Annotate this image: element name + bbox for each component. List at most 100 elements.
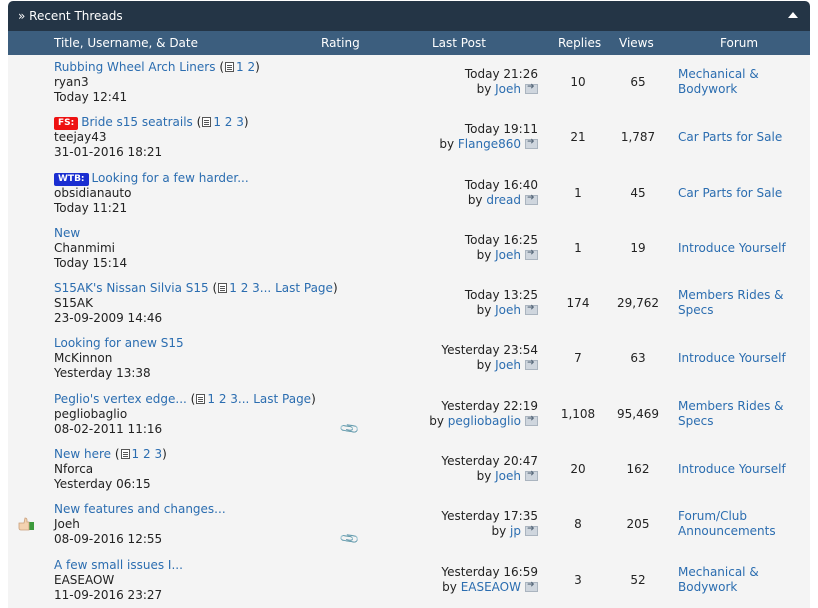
forum-link[interactable]: Introduce Yourself bbox=[678, 462, 808, 477]
thread-date: Today 15:14 bbox=[54, 255, 128, 270]
thread-row: New features and changes... Joeh 08-09-2… bbox=[8, 497, 810, 553]
goto-last-post-icon[interactable] bbox=[525, 414, 538, 426]
thread-title[interactable]: Peglio's vertex edge... bbox=[54, 392, 187, 406]
goto-last-post-icon[interactable] bbox=[525, 358, 538, 371]
page-link[interactable]: 3 bbox=[236, 115, 244, 129]
thread-title[interactable]: New features and changes... bbox=[54, 502, 226, 516]
goto-last-post-icon[interactable] bbox=[525, 469, 538, 482]
last-post-time: Yesterday 16:59 bbox=[441, 564, 538, 579]
page-link[interactable]: 1 bbox=[207, 392, 215, 406]
thread-date: 08-09-2016 12:55 bbox=[54, 532, 163, 547]
last-post-time: Today 21:26 bbox=[464, 67, 538, 81]
goto-last-post-icon[interactable] bbox=[525, 137, 538, 150]
thread-row: A few small issues I... EASEAOW 11-09-20… bbox=[8, 553, 810, 608]
forum-link[interactable]: Introduce Yourself bbox=[678, 241, 808, 256]
goto-last-post-icon[interactable] bbox=[525, 193, 538, 205]
page-link[interactable]: 2 bbox=[247, 60, 255, 74]
page-link[interactable]: 1 bbox=[213, 115, 221, 129]
last-post-user[interactable]: pegliobaglio bbox=[448, 414, 521, 428]
last-post-user[interactable]: Joeh bbox=[495, 358, 521, 372]
thread-title[interactable]: Looking for a few harder... bbox=[92, 171, 249, 185]
multipage-icon bbox=[218, 283, 228, 294]
col-views[interactable]: Views bbox=[619, 31, 654, 55]
goto-last-post-icon[interactable] bbox=[525, 580, 538, 592]
thread-title[interactable]: A few small issues I... bbox=[54, 558, 183, 572]
forum-link[interactable]: Members Rides & Specs bbox=[678, 399, 808, 429]
page-link[interactable]: 2 bbox=[143, 447, 151, 461]
views-count: 45 bbox=[630, 185, 646, 200]
thread-author: EASEAOW bbox=[54, 572, 115, 587]
last-post-time: Yesterday 17:35 bbox=[441, 509, 538, 524]
last-post-user[interactable]: jp bbox=[510, 524, 521, 538]
views-count: 63 bbox=[630, 351, 646, 366]
column-header-row: Title, Username, & Date Rating Last Post… bbox=[8, 31, 810, 55]
last-post-time: Yesterday 23:54 bbox=[441, 343, 538, 358]
views-count: 162 bbox=[626, 462, 650, 477]
last-post-user[interactable]: Flange860 bbox=[458, 137, 521, 151]
last-post-time: Yesterday 22:19 bbox=[441, 398, 538, 413]
forum-link[interactable]: Members Rides & Specs bbox=[678, 288, 808, 318]
thread-title[interactable]: Bride s15 seatrails bbox=[81, 115, 193, 129]
page-link[interactable]: 1 bbox=[132, 447, 140, 461]
thread-date: 11-09-2016 23:27 bbox=[54, 587, 163, 602]
thread-row: New Chanmimi Today 15:14 Today 16:25 by … bbox=[8, 221, 810, 277]
thread-title[interactable]: New here bbox=[54, 447, 111, 461]
thread-date: 23-09-2009 14:46 bbox=[54, 311, 163, 326]
page-link[interactable]: 3 bbox=[154, 447, 162, 461]
thread-title[interactable]: S15AK's Nissan Silvia S15 bbox=[54, 281, 209, 295]
thread-date: Yesterday 06:15 bbox=[54, 477, 151, 492]
thread-author: Joeh bbox=[54, 517, 80, 532]
forum-link[interactable]: Mechanical & Bodywork bbox=[678, 565, 808, 595]
forum-link[interactable]: Mechanical & Bodywork bbox=[678, 67, 808, 97]
thread-title[interactable]: Looking for anew S15 bbox=[54, 336, 184, 350]
thread-author: Chanmimi bbox=[54, 240, 115, 255]
thread-row: WTB: Looking for a few harder... obsidian… bbox=[8, 166, 810, 221]
views-count: 205 bbox=[626, 517, 650, 532]
last-post-user[interactable]: Joeh bbox=[495, 469, 521, 483]
by-label: by bbox=[442, 579, 457, 594]
last-post-user[interactable]: EASEAOW bbox=[461, 580, 521, 594]
page-link[interactable]: 1 bbox=[236, 60, 244, 74]
prefix-tag: WTB: bbox=[54, 172, 89, 186]
last-page-link[interactable]: Last Page bbox=[253, 392, 311, 406]
col-replies[interactable]: Replies bbox=[558, 31, 601, 55]
last-post-user[interactable]: dread bbox=[486, 193, 521, 207]
page-link[interactable]: 2 bbox=[219, 392, 227, 406]
col-last-post[interactable]: Last Post bbox=[432, 31, 486, 55]
forum-link[interactable]: Introduce Yourself bbox=[678, 351, 808, 366]
thread-title[interactable]: New bbox=[54, 226, 80, 240]
page-link[interactable]: 3... bbox=[230, 392, 249, 406]
collapse-arrow-icon[interactable] bbox=[788, 12, 798, 18]
last-post-user[interactable]: Joeh bbox=[495, 248, 521, 262]
page-link[interactable]: 2 bbox=[225, 115, 233, 129]
goto-last-post-icon[interactable] bbox=[525, 248, 538, 260]
last-post-user[interactable]: Joeh bbox=[495, 82, 521, 96]
page-link[interactable]: 3... bbox=[252, 281, 271, 295]
last-post-user[interactable]: Joeh bbox=[495, 303, 521, 317]
goto-last-post-icon[interactable] bbox=[525, 82, 538, 94]
thread-row: New here (1 2 3) Nforca Yesterday 06:15 … bbox=[8, 442, 810, 498]
thread-row: Rubbing Wheel Arch Liners (1 2) ryan3 To… bbox=[8, 55, 810, 111]
last-page-link[interactable]: Last Page bbox=[275, 281, 333, 295]
thumbs-up-icon bbox=[18, 517, 34, 531]
col-forum[interactable]: Forum bbox=[720, 31, 758, 55]
page-link[interactable]: 2 bbox=[241, 281, 249, 295]
goto-last-post-icon[interactable] bbox=[525, 303, 538, 316]
col-rating[interactable]: Rating bbox=[321, 31, 360, 55]
thread-row: Peglio's vertex edge... (1 2 3... Last P… bbox=[8, 387, 810, 443]
forum-link[interactable]: Forum/Club Announcements bbox=[678, 509, 808, 539]
thread-title[interactable]: Rubbing Wheel Arch Liners bbox=[54, 60, 215, 74]
thread-author: ryan3 bbox=[54, 75, 89, 89]
page-link[interactable]: 1 bbox=[229, 281, 237, 295]
by-label: by bbox=[491, 524, 507, 539]
forum-link[interactable]: Car Parts for Sale bbox=[678, 186, 808, 201]
forum-link[interactable]: Car Parts for Sale bbox=[678, 130, 808, 145]
col-title[interactable]: Title, Username, & Date bbox=[54, 31, 198, 55]
thread-author: Nforca bbox=[54, 462, 94, 477]
goto-last-post-icon[interactable] bbox=[525, 524, 538, 537]
by-label: by bbox=[476, 247, 492, 262]
paperclip-icon: 📎 bbox=[339, 418, 362, 441]
thread-date: Yesterday 13:38 bbox=[54, 366, 151, 381]
thread-date: Today 11:21 bbox=[54, 200, 128, 215]
by-label: by bbox=[476, 469, 492, 484]
